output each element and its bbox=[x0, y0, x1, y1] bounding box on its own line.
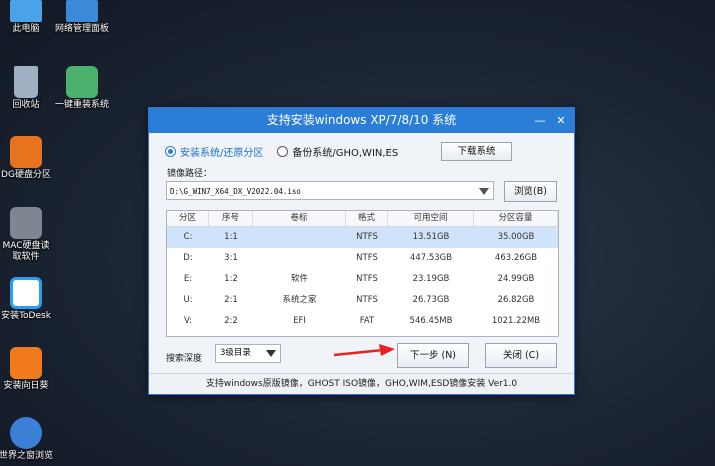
table-cell: 546.45MB bbox=[409, 316, 453, 326]
close-button[interactable]: 关闭 (C) bbox=[485, 343, 557, 368]
desktop-icon-this-pc[interactable]: 此电脑 bbox=[0, 0, 56, 35]
table-cell: 447.53GB bbox=[409, 253, 453, 263]
table-cell: 1021.22MB bbox=[491, 316, 541, 326]
recycle-bin-icon bbox=[14, 66, 38, 98]
window-titlebar[interactable]: 支持安装windows XP/7/8/10 系统 — ✕ bbox=[149, 108, 574, 133]
table-cell: 系统之家 bbox=[282, 295, 317, 305]
table-cell: U: bbox=[183, 295, 193, 305]
desktop-icon-mac-disk-reader[interactable]: MAC硬盘读 取软件 bbox=[0, 207, 56, 263]
browse-button[interactable]: 浏览(B) bbox=[504, 181, 557, 202]
desktop-icon-label: 安装向日葵 bbox=[3, 381, 49, 391]
table-cell: 软件 bbox=[290, 274, 308, 284]
desktop-icon-network-panel[interactable]: 网络管理面板 bbox=[52, 0, 112, 35]
table-cell bbox=[253, 248, 346, 269]
network-panel-icon bbox=[66, 0, 98, 22]
desktop-icon-label: DG硬盘分区 bbox=[1, 170, 51, 180]
table-cell: 13.51GB bbox=[412, 232, 450, 242]
window-title: 支持安装windows XP/7/8/10 系统 bbox=[266, 113, 457, 127]
dropdown-arrow-icon[interactable] bbox=[479, 188, 489, 195]
footer-info: 支持windows原版镜像，GHOST ISO镜像，GHO,WIM,ESD镜像安… bbox=[149, 373, 574, 394]
mode-selector: 安装系统/还原分区 备份系统/GHO,WIN,ES bbox=[165, 144, 398, 159]
desktop-icon-label: 一键重装系统 bbox=[54, 100, 109, 110]
next-button[interactable]: 下一步 (N) bbox=[397, 343, 469, 368]
table-cell: 24.99GB bbox=[497, 274, 535, 284]
desktop-icon-label: 安装ToDesk bbox=[1, 311, 51, 321]
desktop-icon-label: 世界之窗浏览 bbox=[0, 451, 53, 461]
table-cell: 1:2 bbox=[224, 274, 238, 284]
mac-disk-icon bbox=[10, 207, 42, 239]
table-cell: C: bbox=[183, 232, 193, 242]
diskgenius-icon bbox=[10, 136, 42, 168]
table-cell: 26.82GB bbox=[497, 295, 535, 305]
table-cell: NTFS bbox=[356, 274, 378, 284]
partition-table: 分区 序号 卷标 格式 可用空间 分区容量 C: 1:1 NTFS 13.51G… bbox=[166, 210, 559, 337]
radio-backup[interactable] bbox=[277, 146, 289, 157]
todesk-icon bbox=[10, 277, 42, 309]
desktop-icon-label: 网络管理面板 bbox=[54, 24, 109, 34]
radio-install-label[interactable]: 安装系统/还原分区 bbox=[180, 144, 263, 159]
table-cell: 2:1 bbox=[224, 295, 238, 305]
search-depth-label: 搜索深度 bbox=[166, 354, 203, 364]
table-row[interactable]: U: 2:1 系统之家 NTFS 26.73GB 26.82GB bbox=[167, 290, 558, 311]
desktop-icon-sunflower[interactable]: 安装向日葵 bbox=[0, 347, 56, 392]
minimize-button[interactable]: — bbox=[530, 108, 550, 133]
table-cell: NTFS bbox=[356, 232, 378, 242]
radio-install[interactable] bbox=[165, 146, 176, 157]
table-cell: E: bbox=[183, 274, 193, 284]
desktop-icon-label: 回收站 bbox=[12, 100, 40, 110]
search-depth-value: 3级目录 bbox=[220, 348, 251, 358]
pointer-arrow-icon bbox=[333, 344, 395, 357]
column-header: 序号 bbox=[209, 211, 253, 226]
table-cell: 35.00GB bbox=[497, 232, 535, 242]
image-path-select[interactable]: D:\G_WIN7_X64_DX_V2022.04.iso bbox=[166, 181, 494, 200]
table-cell: EFI bbox=[293, 316, 306, 326]
column-header: 卷标 bbox=[253, 211, 346, 226]
computer-icon bbox=[10, 0, 42, 22]
table-cell: FAT bbox=[359, 316, 375, 326]
table-row[interactable]: C: 1:1 NTFS 13.51GB 35.00GB bbox=[167, 227, 558, 248]
sunflower-icon bbox=[10, 347, 42, 379]
close-window-button[interactable]: ✕ bbox=[551, 108, 571, 133]
table-header: 分区 序号 卷标 格式 可用空间 分区容量 bbox=[167, 211, 558, 227]
image-path-value: D:\G_WIN7_X64_DX_V2022.04.iso bbox=[170, 187, 301, 196]
desktop-icon-one-key-reinstall[interactable]: 一键重装系统 bbox=[52, 66, 112, 111]
desktop-icon-label: 此电脑 bbox=[12, 24, 40, 34]
search-depth-select[interactable]: 3级目录 bbox=[215, 344, 281, 363]
table-row[interactable]: D: 3:1 NTFS 447.53GB 463.26GB bbox=[167, 248, 558, 269]
table-cell: NTFS bbox=[356, 253, 378, 263]
desktop-icon-theworld-browser[interactable]: 世界之窗浏览 bbox=[0, 417, 56, 462]
table-row[interactable]: V: 2:2 EFI FAT 546.45MB 1021.22MB bbox=[167, 311, 558, 332]
table-cell: 23.19GB bbox=[412, 274, 450, 284]
table-cell: 2:2 bbox=[224, 316, 238, 326]
radio-backup-label[interactable]: 备份系统/GHO,WIN,ES bbox=[292, 144, 398, 159]
dropdown-arrow-icon[interactable] bbox=[266, 350, 276, 357]
desktop-icon-label: MAC硬盘读 取软件 bbox=[2, 241, 50, 262]
column-header: 分区容量 bbox=[474, 211, 558, 226]
table-cell bbox=[253, 227, 346, 248]
download-system-button[interactable]: 下载系统 bbox=[441, 142, 512, 161]
column-header: 可用空间 bbox=[388, 211, 474, 226]
table-cell: 3:1 bbox=[224, 253, 238, 263]
image-path-label: 镜像路径： bbox=[167, 169, 213, 179]
column-header: 分区 bbox=[167, 211, 209, 226]
table-cell: 463.26GB bbox=[494, 253, 538, 263]
table-cell: V: bbox=[184, 316, 192, 326]
table-row[interactable]: E: 1:2 软件 NTFS 23.19GB 24.99GB bbox=[167, 269, 558, 290]
desktop-icon-recycle-bin[interactable]: 回收站 bbox=[0, 66, 56, 111]
desktop-icon-todesk[interactable]: 安装ToDesk bbox=[0, 277, 56, 322]
globe-icon bbox=[10, 417, 42, 449]
table-cell: 1:1 bbox=[224, 232, 238, 242]
table-cell: D: bbox=[183, 253, 193, 263]
column-header: 格式 bbox=[346, 211, 388, 226]
table-cell: 26.73GB bbox=[412, 295, 450, 305]
reinstall-icon bbox=[66, 66, 98, 98]
desktop-icon-dg-partition[interactable]: DG硬盘分区 bbox=[0, 136, 56, 181]
table-cell: NTFS bbox=[356, 295, 378, 305]
